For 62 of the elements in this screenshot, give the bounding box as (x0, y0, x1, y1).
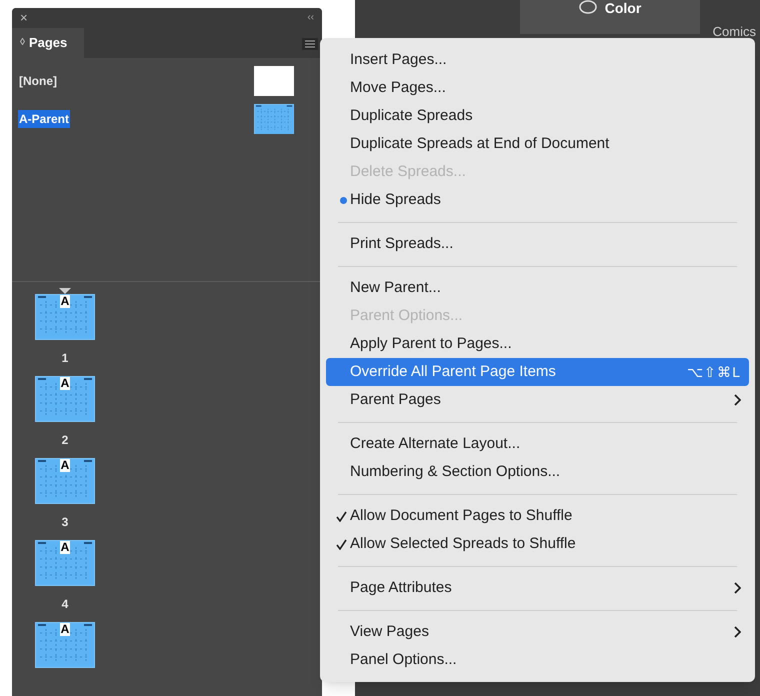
menu-item-label: Duplicate Spreads (350, 106, 473, 126)
menu-item-label: Page Attributes (350, 578, 452, 598)
page-thumbnail[interactable]: A (35, 376, 95, 422)
menu-item-label: View Pages (350, 622, 429, 642)
page-number: 3 (62, 514, 68, 531)
parent-prefix: A (60, 623, 70, 636)
page-thumbnail[interactable]: A (35, 622, 95, 668)
parent-item[interactable]: A-Parent (18, 110, 70, 128)
menu-item-label: Parent Pages (350, 390, 441, 410)
panel-menu-icon[interactable] (302, 38, 318, 50)
menu-item-label: Insert Pages... (350, 50, 447, 70)
menu-item[interactable]: Apply Parent to Pages... (326, 330, 749, 358)
menu-item[interactable]: New Parent... (326, 274, 749, 302)
collapse-button[interactable]: ‹‹ (307, 10, 314, 26)
pages-tab[interactable]: ◊ Pages (12, 28, 84, 58)
parent-prefix: A (60, 377, 70, 390)
parent-page-thumbnail[interactable] (254, 104, 294, 134)
menu-item[interactable]: Duplicate Spreads (326, 102, 749, 130)
page-number: 4 (62, 596, 68, 613)
menu-item-label: Numbering & Section Options... (350, 462, 560, 482)
parent-prefix: A (60, 459, 70, 472)
menu-item[interactable]: Numbering & Section Options... (326, 458, 749, 486)
menu-item[interactable]: Parent Pages (326, 386, 749, 414)
menu-item[interactable]: Duplicate Spreads at End of Document (326, 130, 749, 158)
page-thumbnail[interactable]: A (35, 458, 95, 504)
menu-item[interactable]: Create Alternate Layout... (326, 430, 749, 458)
page-number: 2 (62, 432, 68, 449)
parent-prefix: A (60, 541, 70, 554)
menu-item-label: Hide Spreads (350, 190, 441, 210)
menu-item-label: Move Pages... (350, 78, 446, 98)
menu-item[interactable]: Panel Options... (326, 646, 749, 674)
close-button[interactable]: × (20, 8, 28, 28)
comics-label: Comics (712, 23, 756, 38)
menu-item[interactable]: Page Attributes (326, 574, 749, 602)
menu-item[interactable]: Print Spreads... (326, 230, 749, 258)
color-label: Color (604, 0, 642, 18)
menu-item[interactable]: Override All Parent Page Items ⌥⇧⌘L (326, 358, 749, 386)
menu-item[interactable]: Allow Document Pages to Shuffle (326, 502, 749, 530)
page-thumbnail[interactable]: A (35, 294, 95, 340)
parent-prefix: A (60, 295, 70, 308)
page-thumbnail[interactable]: A (35, 540, 95, 586)
menu-item-label: New Parent... (350, 278, 441, 298)
menu-item-label: Allow Document Pages to Shuffle (350, 506, 572, 526)
page-number: 1 (62, 350, 68, 367)
shortcut-label: ⌥⇧⌘L (687, 362, 741, 382)
menu-item[interactable]: Hide Spreads (326, 186, 749, 214)
menu-item-label: Create Alternate Layout... (350, 434, 520, 454)
blank-page-thumbnail[interactable] (254, 66, 294, 96)
menu-item-label: Print Spreads... (350, 234, 454, 254)
tab-icon: ◊ (20, 35, 25, 50)
menu-item-label: Duplicate Spreads at End of Document (350, 134, 610, 154)
menu-item[interactable]: Allow Selected Spreads to Shuffle (326, 530, 749, 558)
parent-item[interactable]: [None] (18, 72, 58, 90)
menu-item[interactable]: Insert Pages... (326, 46, 749, 74)
menu-item[interactable]: View Pages (326, 618, 749, 646)
menu-item-label: Allow Selected Spreads to Shuffle (350, 534, 576, 554)
menu-item-label: Panel Options... (350, 650, 457, 670)
menu-item-label: Apply Parent to Pages... (350, 334, 512, 354)
menu-item-label: Override All Parent Page Items (350, 362, 556, 382)
menu-item[interactable]: Move Pages... (326, 74, 749, 102)
tab-label: Pages (28, 34, 68, 52)
color-button[interactable]: Color (520, 0, 700, 34)
